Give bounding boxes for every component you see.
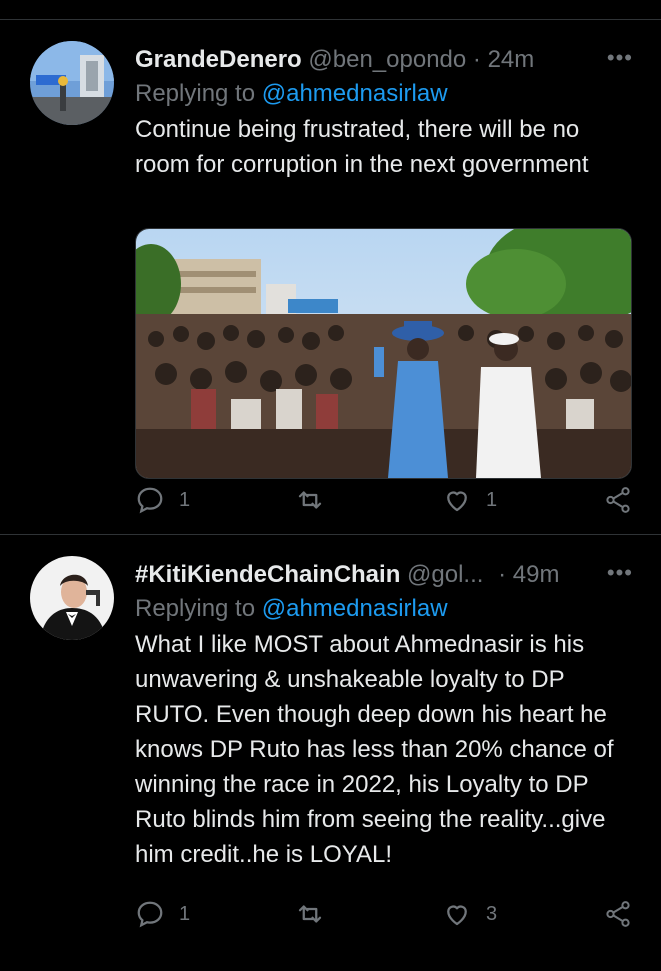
- display-name[interactable]: #KitiKiendeChainChain: [135, 561, 400, 588]
- tweet-text: What I like MOST about Ahmednasir is his…: [135, 631, 614, 868]
- like-count: 3: [486, 902, 498, 925]
- share-icon: [606, 901, 630, 927]
- tweet-text: Continue being frustrated, there will be…: [135, 116, 589, 178]
- share-button[interactable]: [603, 485, 633, 515]
- display-name[interactable]: GrandeDenero: [135, 46, 302, 73]
- like-button[interactable]: 1: [442, 485, 497, 515]
- avatar[interactable]: [30, 41, 114, 125]
- share-button[interactable]: [603, 899, 633, 929]
- replying-to: Replying to @ahmednasirlaw: [135, 592, 633, 626]
- more-options-icon[interactable]: •••: [607, 558, 633, 588]
- like-button[interactable]: 3: [442, 899, 497, 929]
- replying-to: Replying to @ahmednasirlaw: [135, 77, 633, 111]
- reply-count: 1: [179, 902, 191, 925]
- retweet-icon: [298, 905, 322, 923]
- tweet-2[interactable]: #KitiKiendeChainChain @gol... · 49m ••• …: [0, 535, 661, 950]
- tweet-header: GrandeDenero @ben_opondo · 24m: [135, 43, 633, 77]
- replying-prefix: Replying to: [135, 595, 262, 622]
- timestamp[interactable]: 24m: [488, 46, 535, 73]
- more-options-icon[interactable]: •••: [607, 43, 633, 73]
- separator: ·: [472, 46, 481, 73]
- mention-link[interactable]: @ahmednasirlaw: [262, 595, 448, 622]
- replying-prefix: Replying to: [135, 80, 262, 107]
- reply-count: 1: [179, 488, 191, 511]
- timeline: GrandeDenero @ben_opondo · 24m ••• Reply…: [0, 19, 661, 950]
- like-icon: [447, 491, 467, 512]
- tweet-actions: 1 3: [135, 899, 633, 935]
- tweet-1[interactable]: GrandeDenero @ben_opondo · 24m ••• Reply…: [0, 20, 661, 534]
- tweet-actions: 1 1: [135, 485, 633, 521]
- mention-link[interactable]: @ahmednasirlaw: [262, 80, 448, 107]
- tweet-photo[interactable]: [135, 228, 632, 479]
- retweet-button[interactable]: [295, 485, 339, 515]
- avatar-image: [30, 41, 114, 125]
- avatar[interactable]: [30, 556, 114, 640]
- share-icon: [606, 487, 630, 513]
- tweet-header: #KitiKiendeChainChain @gol... · 49m: [135, 558, 633, 592]
- user-handle[interactable]: @ben_opondo: [308, 46, 466, 73]
- crowd-photo: [136, 229, 631, 478]
- like-count: 1: [486, 488, 498, 511]
- avatar-image: [30, 556, 114, 640]
- reply-icon: [137, 487, 163, 514]
- reply-button[interactable]: 1: [135, 485, 190, 515]
- timestamp[interactable]: 49m: [513, 561, 560, 588]
- user-handle[interactable]: @gol...: [407, 561, 483, 588]
- reply-icon: [137, 901, 163, 928]
- reply-button[interactable]: 1: [135, 899, 190, 929]
- like-icon: [447, 905, 467, 926]
- retweet-button[interactable]: [295, 899, 339, 929]
- separator: ·: [498, 561, 507, 588]
- retweet-icon: [298, 491, 322, 509]
